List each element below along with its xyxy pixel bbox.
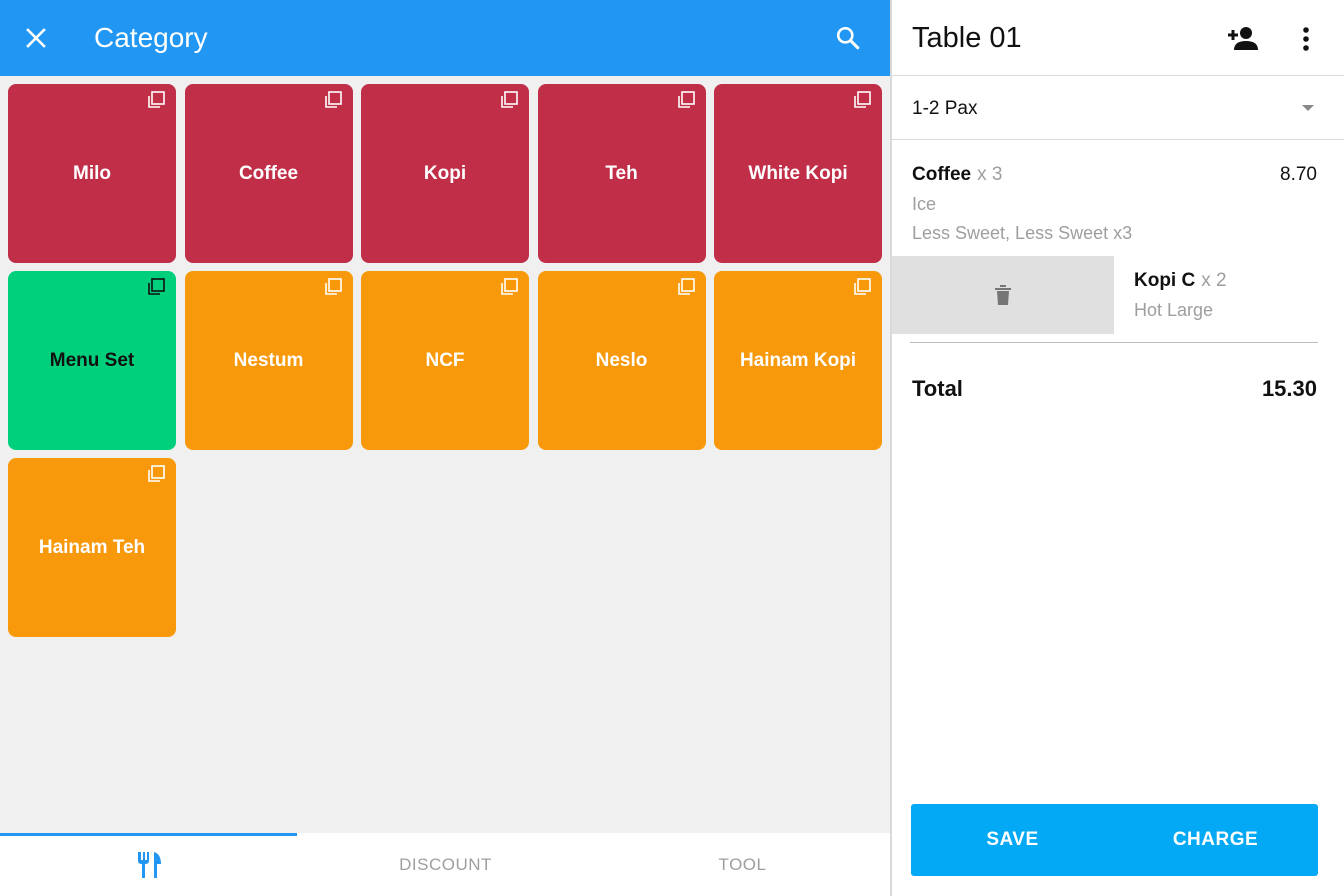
chevron-down-icon — [1302, 105, 1314, 111]
category-tile-label: Neslo — [595, 349, 648, 371]
app-bar: Category — [0, 0, 890, 76]
save-button[interactable]: SAVE — [911, 804, 1114, 876]
order-item-modifier: Hot Large — [1134, 300, 1214, 320]
category-tile-label: White Kopi — [748, 162, 848, 184]
category-tile-label: Nestum — [233, 349, 304, 371]
search-button[interactable] — [832, 22, 864, 54]
copy-icon[interactable] — [499, 277, 519, 297]
copy-icon[interactable] — [852, 90, 872, 110]
total-label: Total — [912, 376, 963, 401]
category-grid: Milo Coffee Kopi Teh White Kopi Menu Set Nestu… — [8, 84, 882, 637]
bottom-navigation: DISCOUNT TOOL — [0, 833, 890, 896]
more-menu-button[interactable] — [1292, 22, 1320, 56]
category-tile-label: Kopi — [423, 162, 467, 184]
category-tile[interactable]: Kopi — [361, 84, 529, 263]
copy-icon[interactable] — [676, 277, 696, 297]
order-item-modifier: Ice — [912, 194, 937, 214]
close-button[interactable] — [18, 20, 54, 56]
add-person-button[interactable] — [1226, 22, 1260, 56]
category-tile[interactable]: Hainam Teh — [8, 458, 176, 637]
copy-icon[interactable] — [323, 90, 343, 110]
total-value: 15.30 — [1261, 376, 1317, 401]
category-tile[interactable]: Milo — [8, 84, 176, 263]
delete-item-button[interactable] — [892, 256, 1114, 334]
search-icon — [836, 26, 860, 50]
copy-icon[interactable] — [499, 90, 519, 110]
charge-button[interactable]: CHARGE — [1114, 804, 1317, 876]
category-tile-label: Menu Set — [49, 349, 135, 371]
category-tile-label: NCF — [425, 349, 465, 371]
copy-icon[interactable] — [676, 90, 696, 110]
total-divider — [910, 342, 1318, 343]
category-tile[interactable]: Nestum — [184, 271, 353, 450]
pax-dropdown[interactable]: 1-2 Pax — [892, 77, 1344, 140]
close-icon — [26, 28, 46, 48]
action-bar: SAVE CHARGE — [911, 804, 1318, 876]
tab-menu[interactable] — [0, 833, 297, 896]
category-tile[interactable]: NCF — [361, 271, 529, 450]
order-item-price: 8.70 — [1280, 164, 1317, 185]
order-item-qty: x 3 — [977, 164, 1003, 185]
pax-value: 1-2 Pax — [912, 98, 978, 119]
order-item-name: Coffee — [912, 164, 972, 185]
category-tile[interactable]: Neslo — [537, 271, 706, 450]
category-tile-label: Milo — [73, 162, 111, 184]
order-item-name-row: Coffee x 3 — [912, 164, 1002, 186]
category-tile[interactable]: Coffee — [184, 84, 353, 263]
more-vert-icon — [1303, 27, 1309, 51]
order-item-name: Kopi C — [1134, 270, 1196, 291]
copy-icon[interactable] — [323, 277, 343, 297]
copy-icon[interactable] — [146, 464, 166, 484]
order-item[interactable]: Kopi Cx 2 Hot Large — [892, 256, 1344, 334]
order-item[interactable]: Coffee x 3 8.70 Ice Less Sweet, Less Swee… — [892, 158, 1344, 248]
category-tile-label: Hainam Kopi — [739, 349, 857, 371]
table-name: Table 01 — [912, 22, 1022, 54]
copy-icon[interactable] — [852, 277, 872, 297]
order-item-modifier: Less Sweet, Less Sweet x3 — [912, 223, 1133, 243]
category-panel: Category Milo Coffee Kopi Teh White Kopi Menu… — [0, 0, 890, 896]
category-tile[interactable]: White Kopi — [714, 84, 882, 263]
trash-icon — [995, 285, 1011, 305]
category-tile[interactable]: Hainam Kopi — [714, 271, 882, 450]
tab-tool[interactable]: TOOL — [594, 833, 891, 896]
category-tile-label: Coffee — [238, 162, 299, 184]
category-tile[interactable]: Teh — [537, 84, 706, 263]
add-person-icon — [1228, 27, 1258, 50]
utensils-icon — [137, 851, 161, 878]
category-tile[interactable]: Menu Set — [8, 271, 176, 450]
page-title: Category — [94, 22, 208, 53]
category-tile-label: Teh — [605, 162, 638, 184]
order-item-name-row: Kopi Cx 2 — [1134, 270, 1227, 292]
order-header: Table 01 — [892, 0, 1344, 76]
category-tile-label: Hainam Teh — [38, 536, 146, 558]
tab-discount[interactable]: DISCOUNT — [297, 833, 594, 896]
copy-icon[interactable] — [146, 90, 166, 110]
order-panel: Table 01 1-2 Pax Coffee x 3 8.70 Ice Less… — [892, 0, 1344, 896]
copy-icon[interactable] — [146, 277, 166, 297]
order-item-qty: x 2 — [1201, 270, 1227, 291]
